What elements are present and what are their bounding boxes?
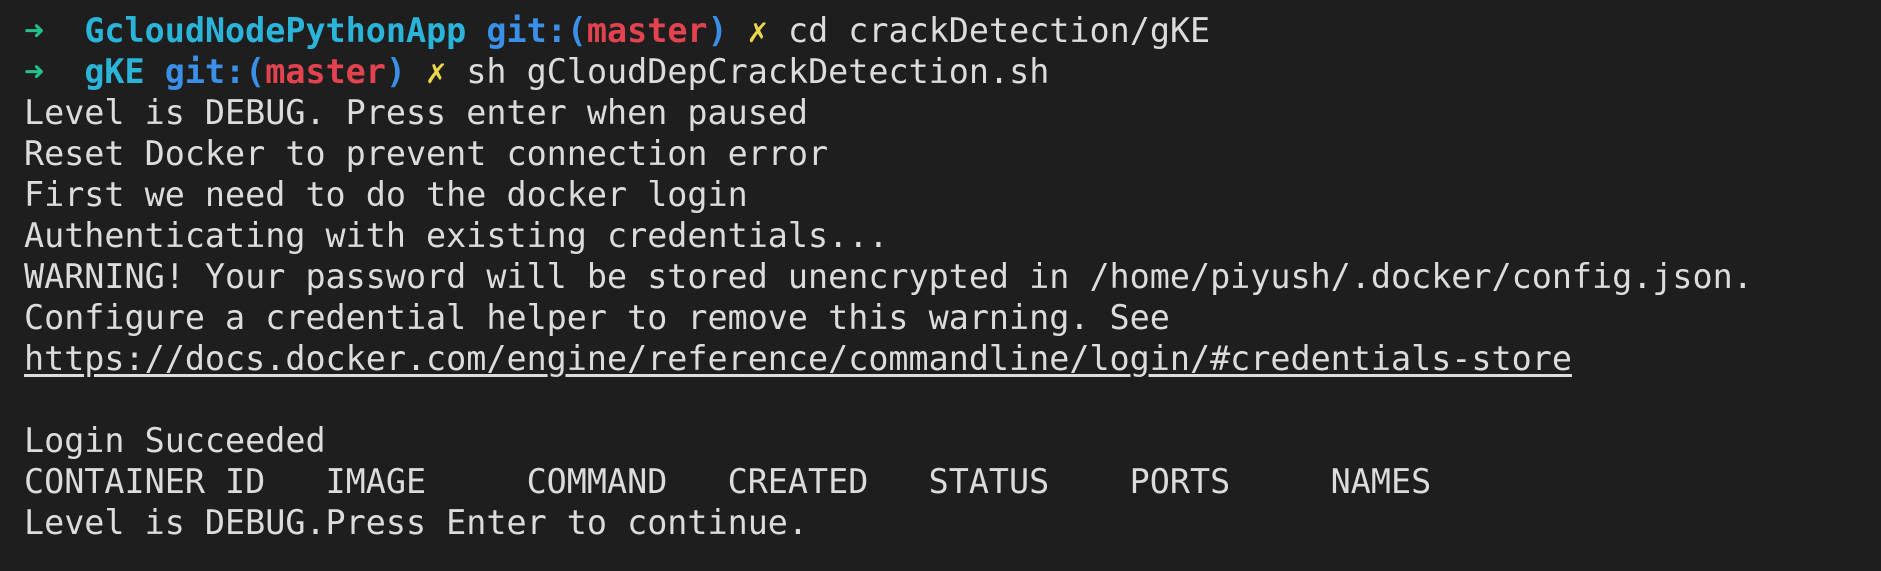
command-text: cd crackDetection/gKE — [787, 11, 1211, 50]
output-line: First we need to do the docker login — [24, 175, 748, 214]
output-line: Login Succeeded — [24, 421, 326, 460]
git-branch: master — [586, 11, 708, 50]
output-line: Level is DEBUG.Press Enter to continue. — [24, 503, 809, 542]
git-label-open: git:( — [486, 11, 587, 50]
git-label-open: git:( — [164, 52, 266, 91]
prompt-line-2: ➜ gKE git:(master) ✗ sh gCloudDepCrackDe… — [24, 51, 1857, 92]
warning-line: WARNING! Your password will be stored un… — [24, 257, 1753, 296]
output-line: Level is DEBUG. Press enter when paused — [24, 93, 809, 132]
terminal-window[interactable]: ➜ GcloudNodePythonApp git:(master) ✗ cd … — [0, 0, 1881, 571]
docker-ps-header: CONTAINER ID IMAGE COMMAND CREATED STATU… — [24, 462, 1432, 501]
prompt-directory: gKE — [84, 52, 145, 91]
prompt-line-1: ➜ GcloudNodePythonApp git:(master) ✗ cd … — [24, 10, 1857, 51]
link-line: https://docs.docker.com/engine/reference… — [24, 338, 1857, 379]
docs-link[interactable]: https://docs.docker.com/engine/reference… — [24, 339, 1572, 378]
git-label-close: ) — [385, 52, 406, 91]
prompt-directory: GcloudNodePythonApp — [84, 11, 467, 50]
output-line: Authenticating with existing credentials… — [24, 216, 889, 255]
command-text: sh gCloudDepCrackDetection.sh — [466, 52, 1050, 91]
output-line: Configure a credential helper to remove … — [24, 298, 1170, 337]
output-line: Reset Docker to prevent connection error — [24, 134, 829, 173]
git-dirty-icon: ✗ — [747, 11, 768, 50]
prompt-arrow-icon: ➜ — [24, 52, 45, 91]
git-dirty-icon: ✗ — [426, 52, 447, 91]
git-branch: master — [265, 52, 386, 91]
prompt-arrow-icon: ➜ — [24, 11, 45, 50]
git-label-close: ) — [707, 11, 728, 50]
